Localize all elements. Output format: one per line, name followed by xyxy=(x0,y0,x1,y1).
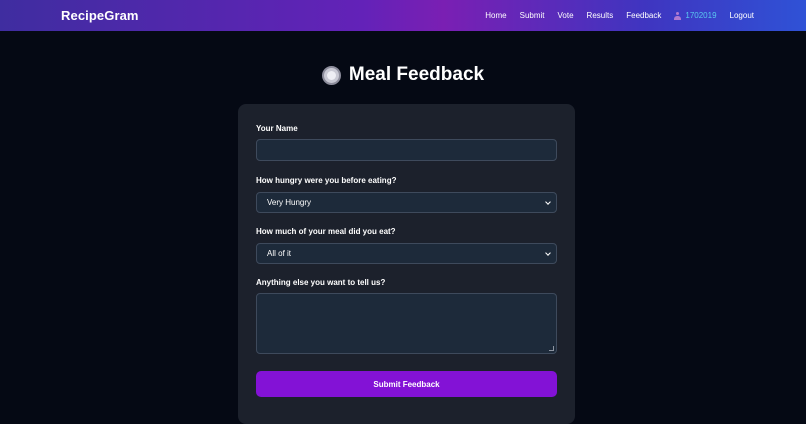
page-header: Meal Feedback xyxy=(0,64,806,86)
hunger-label: How hungry were you before eating? xyxy=(256,176,397,185)
nav-home-link[interactable]: Home xyxy=(485,11,506,20)
submit-feedback-button[interactable]: Submit Feedback xyxy=(256,371,557,397)
hunger-select[interactable]: Very Hungry xyxy=(256,192,557,213)
eaten-select-value: All of it xyxy=(267,249,292,258)
chevron-down-icon xyxy=(545,250,551,256)
nav-user-profile[interactable]: 1702019 xyxy=(674,11,717,20)
name-label: Your Name xyxy=(256,124,298,133)
eaten-label: How much of your meal did you eat? xyxy=(256,227,396,236)
top-navbar: RecipeGram Home Submit Vote Results Feed… xyxy=(0,0,806,31)
brand-logo[interactable]: RecipeGram xyxy=(61,8,139,23)
chevron-down-icon xyxy=(545,199,551,205)
eaten-select[interactable]: All of it xyxy=(256,243,557,264)
nav-results-link[interactable]: Results xyxy=(587,11,614,20)
nav-vote-link[interactable]: Vote xyxy=(558,11,574,20)
user-icon xyxy=(674,11,682,20)
nav-links: Home Submit Vote Results Feedback 170201… xyxy=(485,11,754,20)
resize-grip-icon[interactable] xyxy=(549,346,554,351)
comments-textarea[interactable] xyxy=(256,293,557,354)
logout-link[interactable]: Logout xyxy=(730,11,754,20)
hunger-select-value: Very Hungry xyxy=(267,198,312,207)
comments-label: Anything else you want to tell us? xyxy=(256,278,386,287)
nav-submit-link[interactable]: Submit xyxy=(520,11,545,20)
feedback-form-card: Your Name How hungry were you before eat… xyxy=(238,104,575,424)
plate-icon xyxy=(321,65,341,85)
nav-feedback-link[interactable]: Feedback xyxy=(626,11,661,20)
name-input[interactable] xyxy=(256,139,557,161)
page-title: Meal Feedback xyxy=(348,64,485,85)
user-name: 1702019 xyxy=(685,11,717,20)
